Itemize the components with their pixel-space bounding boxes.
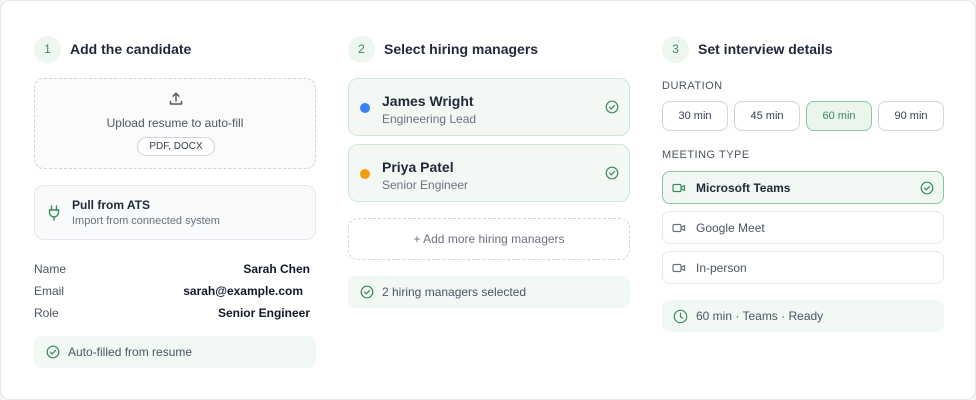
plug-icon: [48, 205, 60, 221]
ats-subtitle: Import from connected system: [72, 215, 220, 227]
meeting-type-teams[interactable]: Microsoft Teams: [662, 171, 944, 204]
manager-role: Engineering Lead: [382, 112, 477, 126]
meeting-type-label: MEETING TYPE: [662, 149, 750, 161]
manager-role: Senior Engineer: [382, 178, 469, 192]
check-circle-icon: [920, 181, 934, 195]
duration-option-60[interactable]: 60 min: [806, 101, 872, 131]
step-title: Add the candidate: [70, 41, 192, 57]
meeting-type-label: Google Meet: [696, 221, 765, 235]
upload-icon: [169, 92, 183, 105]
file-format-badge: PDF, DOCX: [137, 137, 215, 156]
step-title: Select hiring managers: [384, 41, 539, 57]
step-number: 1: [34, 35, 61, 63]
step-title: Set interview details: [698, 41, 833, 57]
field-value: sarah@example.com: [183, 284, 303, 298]
step-1-header: 1 Add the candidate: [34, 35, 191, 63]
pull-from-ats-button[interactable]: Pull from ATS Import from connected syst…: [34, 185, 316, 240]
manager-color-dot: [360, 103, 370, 113]
candidate-field-name: Name Sarah Chen: [34, 262, 310, 278]
candidate-field-role: Role Senior Engineer: [34, 306, 310, 322]
duration-option-90[interactable]: 90 min: [878, 101, 944, 131]
managers-selected-status: 2 hiring managers selected: [348, 276, 630, 308]
step-2-header: 2 Select hiring managers: [348, 35, 538, 63]
interview-scheduler-card: 1 Add the candidate Upload resume to aut…: [0, 0, 976, 400]
video-camera-icon: [672, 223, 686, 233]
resume-upload-dropzone[interactable]: Upload resume to auto-fill PDF, DOCX: [34, 78, 316, 169]
step-number: 3: [662, 35, 689, 63]
status-text: 2 hiring managers selected: [382, 285, 527, 299]
candidate-field-email: Email sarah@example.com: [34, 284, 310, 300]
check-circle-icon: [605, 166, 619, 180]
interview-summary: 60 min · Teams · Ready: [662, 300, 944, 332]
meeting-type-label: In-person: [696, 261, 747, 275]
duration-option-45[interactable]: 45 min: [734, 101, 800, 131]
duration-option-30[interactable]: 30 min: [662, 101, 728, 131]
video-camera-icon: [672, 263, 686, 273]
meeting-type-in-person[interactable]: In-person: [662, 251, 944, 284]
status-text: Auto-filled from resume: [68, 345, 193, 359]
manager-color-dot: [360, 169, 370, 179]
field-label: Email: [34, 284, 65, 298]
check-circle-icon: [360, 285, 374, 299]
field-value: Sarah Chen: [243, 262, 310, 276]
field-label: Name: [34, 262, 67, 276]
ats-title: Pull from ATS: [72, 198, 150, 212]
hiring-manager-card[interactable]: Priya Patel Senior Engineer: [348, 144, 630, 202]
field-label: Role: [34, 306, 59, 320]
clock-icon: [673, 309, 688, 323]
autofill-status: Auto-filled from resume: [34, 336, 316, 368]
meeting-type-label: Microsoft Teams: [696, 181, 791, 195]
check-circle-icon: [46, 345, 60, 359]
check-circle-icon: [605, 100, 619, 114]
step-number: 2: [348, 35, 375, 63]
field-value: Senior Engineer: [217, 306, 310, 320]
manager-name: James Wright: [382, 93, 474, 109]
hiring-manager-card[interactable]: James Wright Engineering Lead: [348, 78, 630, 136]
add-hiring-managers-button[interactable]: + Add more hiring managers: [348, 218, 630, 260]
step-3-header: 3 Set interview details: [662, 35, 833, 63]
video-camera-icon: [672, 183, 686, 193]
summary-text: 60 min · Teams · Ready: [696, 309, 824, 323]
upload-instructions: Upload resume to auto-fill: [106, 116, 244, 130]
duration-label: DURATION: [662, 80, 723, 92]
meeting-type-google-meet[interactable]: Google Meet: [662, 211, 944, 244]
manager-name: Priya Patel: [382, 159, 454, 175]
